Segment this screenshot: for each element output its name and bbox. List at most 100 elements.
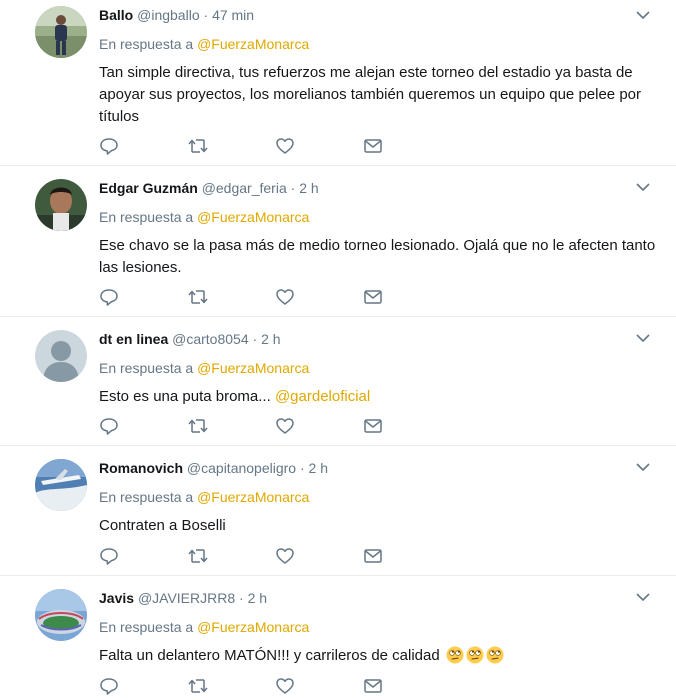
reply-prefix: En respuesta a: [99, 489, 194, 505]
reply-mention-link[interactable]: @FuerzaMonarca: [197, 209, 309, 225]
envelope-icon: [364, 679, 382, 693]
username[interactable]: @edgar_feria: [202, 180, 287, 196]
retweet-icon: [188, 290, 208, 304]
tweet-actions: [99, 286, 451, 308]
avatar[interactable]: [35, 589, 87, 641]
separator-dot: ·: [252, 331, 258, 347]
envelope-icon: [364, 290, 382, 304]
tweet-text: Esto es una puta broma... @gardeloficial: [99, 386, 659, 408]
face-with-rolling-eyes-emoji: [466, 646, 484, 664]
direct-message-button[interactable]: [363, 675, 451, 697]
avatar[interactable]: [35, 6, 87, 58]
separator-dot: ·: [239, 590, 244, 606]
like-button[interactable]: [275, 545, 363, 567]
reply-context: En respuesta a @FuerzaMonarca: [99, 208, 656, 226]
timestamp[interactable]: 2 h: [248, 590, 267, 606]
tweet-text: Ese chavo se la pasa más de medio torneo…: [99, 237, 656, 276]
envelope-icon: [364, 419, 382, 433]
reply-icon: [100, 418, 118, 435]
reply-button[interactable]: [99, 415, 187, 437]
display-name[interactable]: Edgar Guzmán: [99, 180, 198, 196]
reply-mention-link[interactable]: @FuerzaMonarca: [197, 489, 309, 505]
tweet-text: Tan simple directiva, tus refuerzos me a…: [99, 64, 641, 125]
direct-message-button[interactable]: [363, 415, 451, 437]
reply-mention-link[interactable]: @FuerzaMonarca: [197, 36, 309, 52]
avatar[interactable]: [35, 459, 87, 511]
separator-dot: ·: [299, 460, 305, 476]
retweet-icon: [188, 139, 208, 153]
face-with-rolling-eyes-emoji: [486, 646, 504, 664]
like-button[interactable]: [275, 286, 363, 308]
reply-prefix: En respuesta a: [99, 36, 194, 52]
like-button[interactable]: [275, 675, 363, 697]
retweet-button[interactable]: [187, 286, 275, 308]
tweet-actions: [99, 545, 451, 567]
heart-icon: [276, 289, 294, 305]
tweet[interactable]: Ballo @ingballo · 47 min En respuesta a …: [0, 0, 676, 166]
direct-message-button[interactable]: [363, 135, 451, 157]
envelope-icon: [364, 549, 382, 563]
reply-mention-link[interactable]: @FuerzaMonarca: [197, 360, 309, 376]
display-name[interactable]: Ballo: [99, 7, 133, 23]
tweet-text-body: Esto es una puta broma...: [99, 388, 271, 405]
tweet-text: Contraten a Boselli: [99, 517, 226, 534]
envelope-icon: [364, 139, 382, 153]
username[interactable]: @capitanopeligro: [187, 460, 296, 476]
display-name[interactable]: Javis: [99, 590, 134, 606]
heart-icon: [276, 548, 294, 564]
timestamp[interactable]: 2 h: [309, 460, 328, 476]
reply-context: En respuesta a @FuerzaMonarca: [99, 35, 656, 53]
tweet-text: Falta un delantero MATÓN!!! y carrileros…: [99, 645, 659, 667]
retweet-icon: [188, 679, 208, 693]
reply-mention-link[interactable]: @FuerzaMonarca: [197, 619, 309, 635]
timestamp[interactable]: 2 h: [299, 180, 318, 196]
face-with-rolling-eyes-emoji: [446, 646, 464, 664]
tweet[interactable]: Romanovich @capitanopeligro · 2 h En res…: [0, 447, 676, 576]
reply-icon: [100, 548, 118, 565]
retweet-button[interactable]: [187, 545, 275, 567]
tweet-actions: [99, 135, 451, 157]
retweet-icon: [188, 419, 208, 433]
mention-link[interactable]: @gardeloficial: [275, 388, 370, 405]
reply-button[interactable]: [99, 286, 187, 308]
tweet[interactable]: Edgar Guzmán @edgar_feria · 2 h En respu…: [0, 167, 676, 317]
retweet-button[interactable]: [187, 135, 275, 157]
username[interactable]: @JAVIERJRR8: [138, 590, 235, 606]
reply-prefix: En respuesta a: [99, 619, 194, 635]
reply-context: En respuesta a @FuerzaMonarca: [99, 488, 656, 506]
retweet-button[interactable]: [187, 415, 275, 437]
tweet-actions: [99, 415, 451, 437]
display-name[interactable]: dt en linea: [99, 331, 168, 347]
username[interactable]: @carto8054: [172, 331, 248, 347]
reply-prefix: En respuesta a: [99, 360, 194, 376]
tweet-text-body: Falta un delantero MATÓN!!! y carrileros…: [99, 647, 440, 664]
avatar[interactable]: [35, 330, 87, 382]
heart-icon: [276, 138, 294, 154]
username[interactable]: @ingballo: [137, 7, 199, 23]
reply-button[interactable]: [99, 135, 187, 157]
tweet[interactable]: dt en linea @carto8054 · 2 h En respuest…: [0, 318, 676, 446]
reply-button[interactable]: [99, 675, 187, 697]
like-button[interactable]: [275, 415, 363, 437]
reply-context: En respuesta a @FuerzaMonarca: [99, 359, 656, 377]
reply-prefix: En respuesta a: [99, 209, 194, 225]
retweet-icon: [188, 549, 208, 563]
avatar[interactable]: [35, 179, 87, 231]
display-name[interactable]: Romanovich: [99, 460, 183, 476]
timestamp[interactable]: 2 h: [261, 331, 280, 347]
tweet[interactable]: Javis @JAVIERJRR8 · 2 h En respuesta a @…: [0, 577, 676, 700]
direct-message-button[interactable]: [363, 286, 451, 308]
reply-icon: [100, 289, 118, 306]
heart-icon: [276, 418, 294, 434]
retweet-button[interactable]: [187, 675, 275, 697]
like-button[interactable]: [275, 135, 363, 157]
direct-message-button[interactable]: [363, 545, 451, 567]
tweet-actions: [99, 675, 451, 697]
separator-dot: ·: [290, 180, 296, 196]
heart-icon: [276, 678, 294, 694]
timestamp[interactable]: 47 min: [212, 7, 254, 23]
reply-button[interactable]: [99, 545, 187, 567]
reply-icon: [100, 678, 118, 695]
reply-context: En respuesta a @FuerzaMonarca: [99, 618, 656, 636]
reply-icon: [100, 138, 118, 155]
